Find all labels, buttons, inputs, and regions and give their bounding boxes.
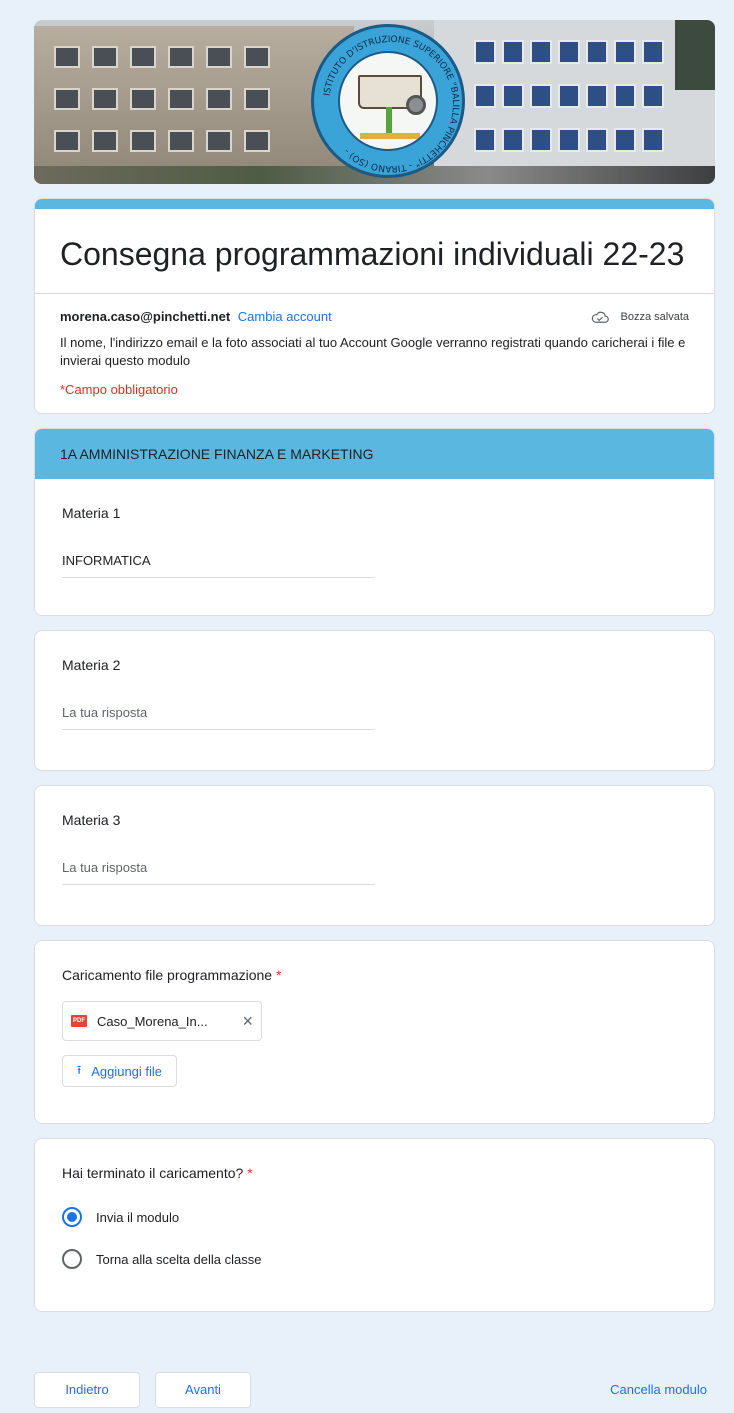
section-card: 1A AMMINISTRAZIONE FINANZA E MARKETING M…	[34, 428, 715, 616]
option-label: Torna alla scelta della classe	[96, 1251, 262, 1267]
form-header-card: Consegna programmazioni individuali 22-2…	[34, 198, 715, 414]
required-asterisk: *	[247, 1165, 253, 1181]
question-card-materia-2: Materia 2 La tua risposta	[34, 630, 715, 771]
add-file-label: Aggiungi file	[91, 1063, 163, 1079]
question-materia-3-label: Materia 3	[62, 812, 121, 828]
required-note: *Campo obbligatorio	[60, 382, 178, 397]
pdf-file-icon: PDF	[71, 1015, 87, 1027]
account-notice: Il nome, l'indirizzo email e la foto ass…	[60, 335, 686, 368]
form-footer: Indietro Avanti Cancella modulo	[34, 1372, 715, 1408]
materia-3-input[interactable]: La tua risposta	[62, 860, 375, 885]
school-building-right	[434, 20, 715, 184]
form-container: ISTITUTO D'ISTRUZIONE SUPERIORE "BALILLA…	[34, 20, 715, 1312]
option-label: Invia il modulo	[96, 1209, 180, 1225]
question-finished-label: Hai terminato il caricamento? *	[62, 1165, 253, 1181]
next-button[interactable]: Avanti	[155, 1372, 251, 1408]
logo-emblem	[338, 51, 438, 151]
uploaded-file-name: Caso_Morena_In...	[97, 1013, 208, 1029]
draft-status: Bozza salvata	[591, 311, 689, 323]
header-banner-image: ISTITUTO D'ISTRUZIONE SUPERIORE "BALILLA…	[34, 20, 715, 184]
cloud-saved-icon	[591, 311, 609, 323]
option-invia-modulo[interactable]: Invia il modulo	[35, 1199, 714, 1235]
upload-icon: ⭱	[77, 1062, 82, 1077]
uploaded-file-chip[interactable]: PDF Caso_Morena_In... ×	[62, 1001, 262, 1041]
school-building-left	[34, 26, 354, 184]
change-account-link[interactable]: Cambia account	[238, 309, 332, 324]
school-logo: ISTITUTO D'ISTRUZIONE SUPERIORE "BALILLA…	[311, 24, 465, 178]
remove-file-close-icon[interactable]: ×	[242, 1012, 253, 1030]
radio-selected[interactable]	[62, 1207, 82, 1227]
back-button[interactable]: Indietro	[34, 1372, 140, 1408]
question-upload-label: Caricamento file programmazione *	[62, 967, 282, 983]
materia-1-input[interactable]: INFORMATICA	[62, 553, 375, 578]
question-card-finished: Hai terminato il caricamento? * Invia il…	[34, 1138, 715, 1312]
draft-status-label: Bozza salvata	[620, 310, 689, 323]
required-asterisk: *	[275, 967, 282, 983]
radio-unselected[interactable]	[62, 1249, 82, 1269]
question-materia-2-label: Materia 2	[62, 657, 121, 673]
account-row: morena.caso@pinchetti.net Cambia account…	[35, 294, 714, 324]
section-title: 1A AMMINISTRAZIONE FINANZA E MARKETING	[35, 429, 714, 479]
question-card-materia-3: Materia 3 La tua risposta	[34, 785, 715, 926]
question-materia-1-label: Materia 1	[62, 505, 121, 521]
option-torna-classe[interactable]: Torna alla scelta della classe	[35, 1241, 714, 1277]
question-card-upload: Caricamento file programmazione * PDF Ca…	[34, 940, 715, 1124]
materia-2-input[interactable]: La tua risposta	[62, 705, 375, 730]
clear-form-link[interactable]: Cancella modulo	[610, 1372, 707, 1408]
add-file-button[interactable]: ⭱ Aggiungi file	[62, 1055, 178, 1087]
account-email: morena.caso@pinchetti.net	[60, 309, 231, 324]
form-title: Consegna programmazioni individuali 22-2…	[60, 236, 685, 272]
